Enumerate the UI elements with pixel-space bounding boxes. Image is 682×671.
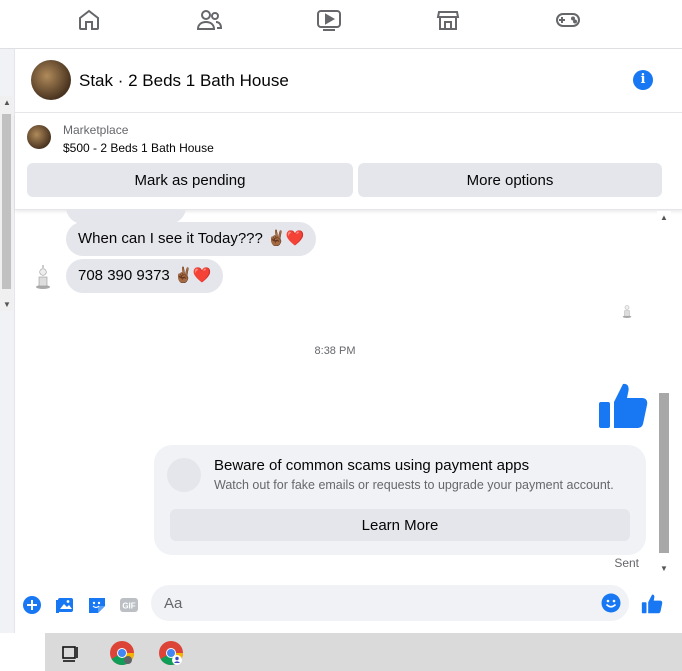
message-text: 708 390 9373 bbox=[78, 267, 170, 284]
plus-icon[interactable] bbox=[22, 595, 42, 615]
scroll-up-arrow[interactable]: ▲ bbox=[3, 98, 11, 107]
scroll-up-arrow[interactable]: ▲ bbox=[660, 213, 668, 222]
scroll-down-arrow[interactable]: ▼ bbox=[3, 300, 11, 309]
chrome-profile-icon[interactable] bbox=[157, 639, 185, 667]
marketplace-icon[interactable] bbox=[433, 8, 463, 32]
message-input[interactable] bbox=[151, 585, 629, 621]
message-emoji: ✌🏾❤️ bbox=[267, 230, 305, 247]
message-emoji: ✌🏾❤️ bbox=[173, 267, 212, 284]
task-view-icon[interactable] bbox=[56, 639, 84, 667]
message-status: Sent bbox=[614, 556, 639, 570]
mark-as-pending-button[interactable]: Mark as pending bbox=[27, 163, 353, 197]
photo-icon[interactable] bbox=[55, 595, 75, 615]
more-options-button[interactable]: More options bbox=[358, 163, 662, 197]
home-icon[interactable] bbox=[74, 8, 104, 32]
scam-warning-card: Beware of common scams using payment app… bbox=[154, 445, 646, 555]
sender-avatar[interactable] bbox=[35, 263, 51, 289]
scam-warning-subtitle: Watch out for fake emails or requests to… bbox=[214, 478, 614, 492]
scam-warning-title: Beware of common scams using payment app… bbox=[214, 457, 530, 474]
listing-title[interactable]: $500 - 2 Beds 1 Bath House bbox=[63, 141, 214, 155]
marketplace-label: Marketplace bbox=[63, 123, 129, 137]
watch-icon[interactable] bbox=[314, 8, 344, 32]
learn-more-button[interactable]: Learn More bbox=[170, 509, 630, 541]
page-scrollbar[interactable]: ▲ ▼ bbox=[0, 96, 13, 311]
chat-header: Stak · 2 Beds 1 Bath House i bbox=[15, 49, 682, 113]
friends-icon[interactable] bbox=[194, 8, 224, 32]
chat-scrollbar[interactable]: ▲ ▼ bbox=[657, 211, 671, 573]
scroll-thumb[interactable] bbox=[2, 114, 11, 289]
message-bubble[interactable]: When can I see it Today??? ✌🏾❤️ bbox=[66, 222, 317, 256]
like-icon[interactable] bbox=[641, 593, 663, 615]
scroll-down-arrow[interactable]: ▼ bbox=[660, 564, 668, 573]
like-thumb-icon[interactable] bbox=[597, 380, 649, 432]
sticker-icon[interactable] bbox=[87, 595, 107, 615]
chrome-icon[interactable] bbox=[108, 639, 136, 667]
avatar[interactable] bbox=[31, 60, 71, 100]
message-bubble[interactable]: 708 390 9373 ✌🏾❤️ bbox=[66, 259, 224, 293]
listing-thumbnail[interactable] bbox=[27, 125, 51, 149]
chat-title[interactable]: Stak · 2 Beds 1 Bath House bbox=[79, 71, 289, 91]
taskbar bbox=[0, 633, 682, 671]
gaming-icon[interactable] bbox=[553, 8, 583, 32]
chat-window: Stak · 2 Beds 1 Bath House i Marketplace… bbox=[14, 49, 682, 633]
scroll-thumb[interactable] bbox=[659, 393, 669, 553]
gif-icon[interactable]: GIF bbox=[119, 595, 139, 615]
message-text: When can I see it Today??? bbox=[78, 230, 263, 247]
message-list: When can I see it Today??? ✌🏾❤️ 708 390 … bbox=[15, 210, 655, 580]
message-composer: GIF bbox=[15, 581, 682, 629]
message-timestamp: 8:38 PM bbox=[314, 345, 356, 357]
marketplace-banner: Marketplace $500 - 2 Beds 1 Bath House M… bbox=[15, 113, 682, 210]
info-icon[interactable]: i bbox=[633, 70, 653, 90]
read-receipt-avatar bbox=[622, 305, 632, 318]
warning-icon bbox=[167, 458, 201, 492]
emoji-icon[interactable] bbox=[601, 593, 621, 613]
svg-text:GIF: GIF bbox=[122, 602, 135, 611]
top-navigation bbox=[0, 0, 682, 49]
taskbar-blank bbox=[0, 633, 45, 671]
